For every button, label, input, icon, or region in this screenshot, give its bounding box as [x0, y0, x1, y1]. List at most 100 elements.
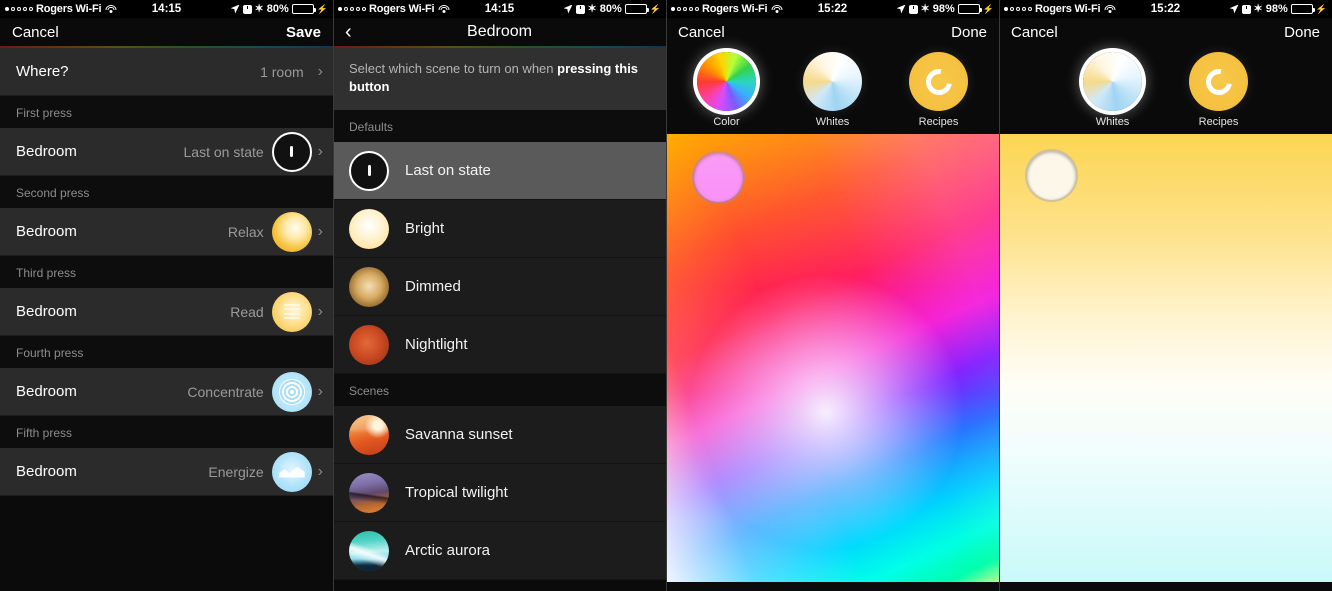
mode-label: Whites — [1095, 116, 1130, 128]
list-item-nightlight[interactable]: Nightlight — [333, 316, 666, 375]
done-button[interactable]: Done — [1284, 24, 1320, 41]
list-item-dimmed[interactable]: Dimmed — [333, 258, 666, 317]
screenshot-root: Rogers Wi-Fi 14:15 ✶ 80% ⚡ Cancel Save W… — [0, 0, 1332, 591]
cancel-button[interactable]: Cancel — [1011, 24, 1058, 41]
cancel-button[interactable]: Cancel — [12, 24, 59, 41]
row-where[interactable]: Where? 1 room › — [0, 48, 333, 96]
section-header-second-press: Second press — [0, 176, 333, 208]
bright-icon — [349, 208, 389, 249]
row-third-press[interactable]: Bedroom Read › — [0, 288, 333, 336]
scene-list: Select which scene to turn on when press… — [333, 48, 666, 591]
arctic-aurora-thumb — [349, 530, 389, 571]
whites-wheel-icon — [1083, 52, 1142, 111]
swirl-glyph — [920, 63, 957, 100]
concentrate-icon — [271, 371, 312, 412]
section-header-scenes: Scenes — [333, 374, 666, 407]
bluetooth-icon: ✶ — [920, 3, 930, 15]
row-second-press[interactable]: Bedroom Relax › — [0, 208, 333, 256]
list-item-last-on-state[interactable]: Last on state — [333, 142, 666, 201]
row-value: Concentrate — [187, 383, 264, 400]
color-handle[interactable] — [1025, 149, 1078, 202]
color-wheel-icon — [697, 52, 756, 111]
battery-percent-label: 98% — [1265, 3, 1288, 15]
status-bar-right: ✶ 80% ⚡ — [563, 3, 661, 15]
mode-label: Recipes — [918, 116, 959, 128]
battery-icon — [957, 4, 982, 14]
savanna-sunset-thumb — [349, 414, 389, 455]
section-header-first-press: First press — [0, 96, 333, 128]
color-handle[interactable] — [692, 151, 745, 204]
list-item-arctic-aurora[interactable]: Arctic aurora — [333, 522, 666, 581]
status-bar-right: ✶ 98% ⚡ — [1229, 3, 1327, 15]
list-item-label: Dimmed — [405, 278, 461, 296]
charging-plug-icon: ⚡ — [982, 3, 994, 14]
panel-scene-picker: Rogers Wi-Fi 14:15 ✶ 80% ⚡ ‹ Bedroom Sel… — [333, 0, 666, 591]
alarm-clock-icon — [575, 4, 585, 14]
energize-icon — [271, 451, 312, 492]
settings-list: Where? 1 room › First press Bedroom Last… — [0, 48, 333, 591]
mode-whites[interactable]: Whites — [793, 52, 873, 128]
mode-color[interactable]: Color — [687, 52, 767, 128]
list-item-tropical-twilight[interactable]: Tropical twilight — [333, 464, 666, 523]
row-fifth-press[interactable]: Bedroom Energize › — [0, 448, 333, 496]
location-arrow-icon — [1229, 4, 1239, 14]
battery-icon — [1290, 4, 1315, 14]
battery-percent-label: 98% — [932, 3, 955, 15]
location-arrow-icon — [230, 4, 240, 14]
power-icon — [349, 150, 389, 191]
section-header-defaults: Defaults — [333, 110, 666, 143]
list-item-label: Bright — [405, 220, 445, 238]
mode-recipes[interactable]: Recipes — [1179, 52, 1259, 128]
nav-bar: Cancel Save — [0, 18, 333, 46]
nightlight-icon — [349, 324, 389, 365]
row-value: Relax — [227, 223, 264, 240]
rainbow-divider — [333, 46, 666, 48]
bluetooth-icon: ✶ — [587, 3, 597, 15]
recipes-icon — [1189, 52, 1248, 111]
row-fourth-press[interactable]: Bedroom Concentrate › — [0, 368, 333, 416]
section-header-fourth-press: Fourth press — [0, 336, 333, 368]
color-gamut-surface[interactable] — [666, 134, 999, 582]
list-item-savanna-sunset[interactable]: Savanna sunset — [333, 406, 666, 465]
nav-bar: Cancel Done — [666, 18, 999, 46]
mode-label: Whites — [815, 116, 850, 128]
charging-plug-icon: ⚡ — [649, 3, 661, 14]
location-arrow-icon — [563, 4, 573, 14]
list-item-label: Arctic aurora — [405, 542, 491, 560]
moon-glyph — [362, 338, 376, 352]
battery-percent-label: 80% — [266, 3, 289, 15]
page-title: Bedroom — [467, 23, 532, 40]
instruction-text: Select which scene to turn on when press… — [333, 48, 666, 111]
section-header-third-press: Third press — [0, 256, 333, 288]
recipes-icon — [909, 52, 968, 111]
save-button[interactable]: Save — [286, 24, 321, 41]
status-bar: Rogers Wi-Fi 15:22 ✶ 98% ⚡ — [666, 0, 999, 18]
dimmed-icon — [349, 266, 389, 307]
cancel-button[interactable]: Cancel — [678, 24, 725, 41]
row-label: Bedroom — [16, 303, 77, 320]
chevron-right-icon: › — [317, 382, 323, 400]
read-icon — [271, 291, 312, 332]
mode-recipes[interactable]: Recipes — [899, 52, 979, 128]
battery-icon — [291, 4, 316, 14]
row-first-press[interactable]: Bedroom Last on state › — [0, 128, 333, 176]
done-button[interactable]: Done — [951, 24, 987, 41]
alarm-clock-icon — [908, 4, 918, 14]
status-bar: Rogers Wi-Fi 14:15 ✶ 80% ⚡ — [333, 0, 666, 18]
row-value: Last on state — [183, 143, 264, 160]
row-value: Read — [230, 303, 264, 320]
panel-whites-picker: Rogers Wi-Fi 15:22 ✶ 98% ⚡ Cancel Done W… — [999, 0, 1332, 591]
row-where-value: 1 room — [260, 63, 304, 80]
bluetooth-icon: ✶ — [254, 3, 264, 15]
list-item-bright[interactable]: Bright — [333, 200, 666, 259]
mode-whites[interactable]: Whites — [1073, 52, 1153, 128]
battery-percent-label: 80% — [599, 3, 622, 15]
whites-wheel-icon — [803, 52, 862, 111]
tropical-twilight-thumb — [349, 472, 389, 513]
row-label: Bedroom — [16, 143, 77, 160]
mode-label: Color — [713, 116, 740, 128]
whites-gamut-surface[interactable] — [999, 134, 1332, 582]
row-label: Bedroom — [16, 223, 77, 240]
alarm-clock-icon — [242, 4, 252, 14]
list-item-label: Savanna sunset — [405, 426, 513, 444]
